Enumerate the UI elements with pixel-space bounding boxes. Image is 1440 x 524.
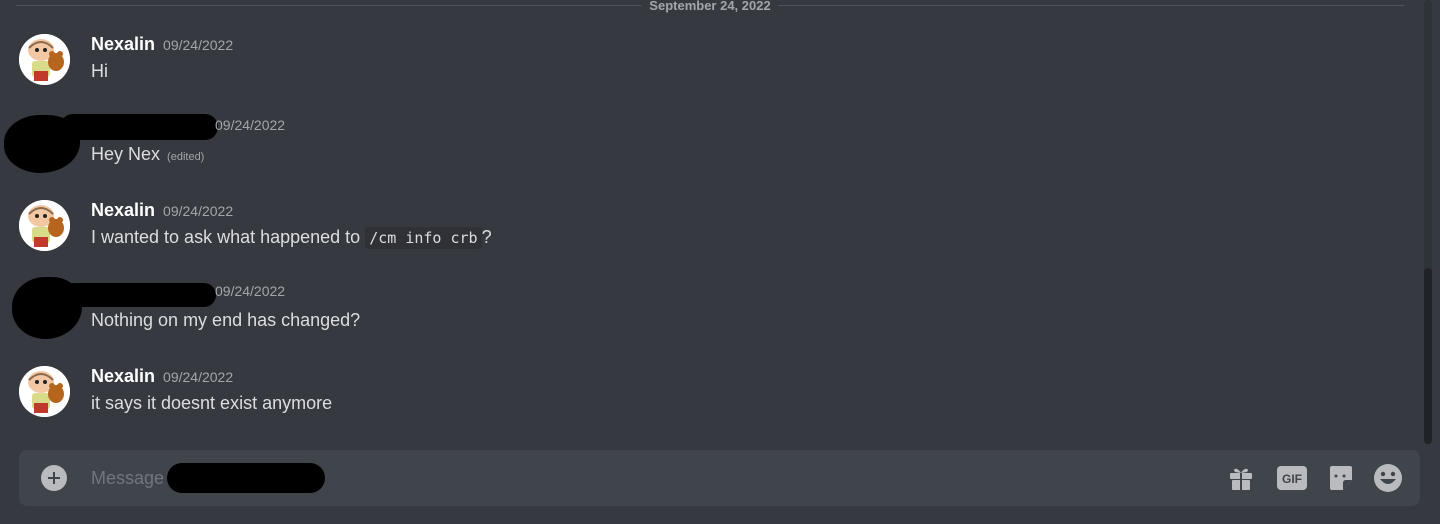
message-item: 09/24/2022 Nothing on my end has changed… xyxy=(0,277,1400,353)
message-content: Hey Nex (edited) xyxy=(91,144,204,165)
gif-label: GIF xyxy=(1282,472,1302,486)
avatar-image xyxy=(19,34,70,85)
timestamp: 09/24/2022 xyxy=(215,117,286,133)
message-text-suffix: ? xyxy=(481,227,492,247)
plus-circle-icon[interactable] xyxy=(41,465,67,491)
timestamp: 09/24/2022 xyxy=(215,283,286,299)
avatar-image xyxy=(19,366,70,417)
message-item: 09/24/2022 Hey Nex (edited) xyxy=(0,114,1400,187)
message-item: Nexalin 09/24/2022 it says it doesnt exis… xyxy=(0,366,1400,436)
avatar[interactable] xyxy=(19,366,70,417)
username[interactable]: Nexalin xyxy=(91,366,155,386)
timestamp: 09/24/2022 xyxy=(163,369,234,385)
redacted-username xyxy=(60,114,218,140)
edited-tag: (edited) xyxy=(167,151,205,163)
message-item: Nexalin 09/24/2022 I wanted to ask what h… xyxy=(0,200,1400,270)
message-content: I wanted to ask what happened to /cm inf… xyxy=(91,227,492,249)
message-header: 09/24/2022 xyxy=(215,117,285,135)
date-divider: September 24, 2022 xyxy=(16,0,1404,13)
chat-view: September 24, 2022 Nexalin 09/24/2022 Hi xyxy=(0,0,1440,524)
gift-icon[interactable] xyxy=(1225,462,1257,494)
date-divider-label: September 24, 2022 xyxy=(641,0,779,13)
emoji-icon[interactable] xyxy=(1372,462,1404,494)
redacted-username xyxy=(62,283,216,307)
scrollbar-thumb[interactable] xyxy=(1424,268,1432,444)
message-header: Nexalin 09/24/2022 xyxy=(91,200,233,221)
message-item: Nexalin 09/24/2022 Hi xyxy=(0,34,1400,104)
message-header: Nexalin 09/24/2022 xyxy=(91,34,233,55)
chat-scrollbar[interactable] xyxy=(1424,0,1432,444)
message-header: 09/24/2022 xyxy=(215,283,285,301)
username[interactable]: Nexalin xyxy=(91,34,155,54)
message-content: Nothing on my end has changed? xyxy=(91,310,361,330)
message-header: Nexalin 09/24/2022 xyxy=(91,366,233,387)
redacted-channel-name xyxy=(167,463,325,493)
avatar[interactable] xyxy=(19,34,70,85)
gif-icon[interactable]: GIF xyxy=(1276,462,1308,494)
timestamp: 09/24/2022 xyxy=(163,37,234,53)
message-composer: GIF xyxy=(19,450,1420,506)
message-content: Hi xyxy=(91,61,108,81)
timestamp: 09/24/2022 xyxy=(163,203,234,219)
message-text: Hey Nex xyxy=(91,144,161,164)
inline-code: /cm info crb xyxy=(365,227,482,249)
sticker-icon[interactable] xyxy=(1325,462,1357,494)
avatar-image xyxy=(19,200,70,251)
message-content: it says it doesnt exist anymore xyxy=(91,393,333,413)
username[interactable]: Nexalin xyxy=(91,200,155,220)
avatar[interactable] xyxy=(19,200,70,251)
message-text: I wanted to ask what happened to xyxy=(91,227,361,247)
